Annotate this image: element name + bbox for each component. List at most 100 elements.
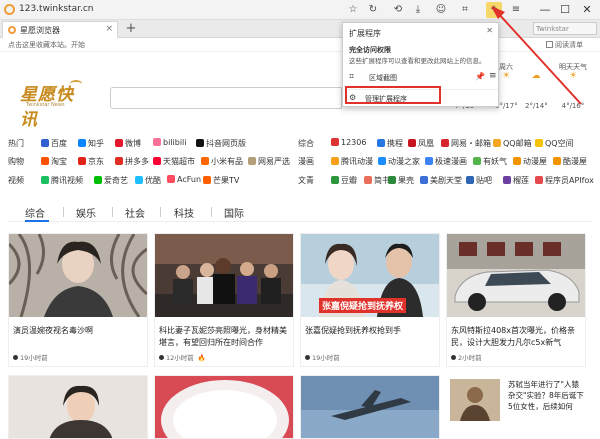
news-title[interactable]: 科比妻子瓦妮莎亮照曝光，身材精美堪言，有望回归所在时间合作 <box>159 325 291 349</box>
popup-title: 扩展程序 <box>349 29 381 38</box>
reading-list-button[interactable]: 阅读清单 <box>555 40 583 50</box>
site-link[interactable]: 知乎 <box>78 138 104 149</box>
site-link[interactable]: 携程 <box>377 138 403 149</box>
news-thumbnail <box>155 376 293 438</box>
tab-close-icon[interactable]: × <box>105 24 113 34</box>
site-logo[interactable]: 星愿快讯 Twinkstar News <box>20 80 90 130</box>
tab-yule[interactable]: 娱乐 <box>76 205 96 220</box>
source-icon <box>451 355 456 360</box>
divider <box>211 207 212 217</box>
site-link[interactable]: 芒果TV <box>203 175 239 186</box>
reload-icon[interactable]: ↻ <box>365 2 381 18</box>
site-link[interactable]: 抖音网页版 <box>196 138 246 149</box>
site-link[interactable]: 京东 <box>78 156 104 167</box>
site-link[interactable]: 优酷 <box>135 175 161 186</box>
site-link[interactable]: 凤凰 <box>408 138 434 149</box>
tab-guoji[interactable]: 国际 <box>224 205 244 220</box>
star-icon[interactable]: ☆ <box>345 2 361 18</box>
address-bar-url[interactable]: 123.twinkstar.cn <box>19 4 93 14</box>
thumbnail-caption: 张嘉倪疑抢到抚养权 <box>319 298 407 313</box>
site-link[interactable]: 网易・邮箱 <box>441 138 491 149</box>
cloud-icon: ☁ <box>531 71 541 81</box>
category-label: 文青 <box>298 176 314 185</box>
bookmark-hint[interactable]: 点击这里收藏本站。开始 <box>8 40 85 50</box>
news-card[interactable]: 东风特斯拉408x首次曝光，价格亲民，设计大胆发力凡尔c5x新气 2小时前 <box>446 233 586 367</box>
news-card[interactable]: 科比妻子瓦妮莎亮照曝光，身材精美堪言，有望回归所在时间合作 12小时前 🔥 <box>154 233 294 367</box>
site-link[interactable]: 动漫之家 <box>378 156 420 167</box>
site-link[interactable]: 极速漫画 <box>425 156 467 167</box>
news-title[interactable]: 苏轼当年进行了"人猿杂交"实验？8年后诞下5位女性，后续如何 <box>508 379 584 412</box>
browser-brand-box: Twinkstar Browser <box>533 22 597 45</box>
site-link[interactable]: 美剧天堂 <box>420 175 462 186</box>
tab-shehui[interactable]: 社会 <box>125 205 145 220</box>
site-link[interactable]: 拼多多 <box>115 156 149 167</box>
category-label: 视频 <box>8 176 24 185</box>
news-card[interactable] <box>300 375 440 439</box>
site-link[interactable]: 淘宝 <box>41 156 67 167</box>
extensions-icon[interactable]: ✦ <box>486 2 502 18</box>
search-input[interactable] <box>110 87 342 109</box>
minimize-button[interactable]: — <box>536 1 554 19</box>
site-link[interactable]: 爱奇艺 <box>94 175 128 186</box>
new-tab-button[interactable]: + <box>124 20 138 37</box>
extension-item-screenshot[interactable]: ⌗ 区域截图 📌 ≡ <box>349 71 497 84</box>
news-thumbnail: 张嘉倪疑抢到抚养权 <box>301 234 439 317</box>
divider <box>160 207 161 217</box>
news-card[interactable]: 演员温婉夜视名毒沙啊 19小时前 <box>8 233 148 367</box>
news-title[interactable]: 演员温婉夜视名毒沙啊 <box>13 325 145 337</box>
tab-active[interactable]: 星愿浏览器 × <box>2 21 118 38</box>
site-link[interactable]: 程序员APIfox <box>535 175 594 186</box>
more-icon[interactable]: ≡ <box>489 71 497 81</box>
download-icon[interactable]: ⤓ <box>410 2 426 18</box>
user-icon[interactable]: ☺ <box>433 2 449 18</box>
tab-keji[interactable]: 科技 <box>174 205 194 220</box>
news-card[interactable]: 苏轼当年进行了"人猿杂交"实验？8年后诞下5位女性，后续如何 <box>446 375 586 439</box>
news-title[interactable]: 东风特斯拉408x首次曝光，价格亲民，设计大胆发力凡尔c5x新气 <box>451 325 583 349</box>
site-link[interactable]: 微博 <box>115 138 141 149</box>
site-link[interactable]: AcFun <box>167 175 201 184</box>
site-link[interactable]: 天猫超市 <box>153 156 195 167</box>
site-link[interactable]: 有妖气 <box>473 156 507 167</box>
category-label: 漫画 <box>298 157 314 166</box>
crop-icon[interactable]: ⌗ <box>457 2 473 18</box>
site-link[interactable]: QQ邮箱 <box>493 138 532 149</box>
site-link[interactable]: 腾讯动漫 <box>331 156 373 167</box>
reading-list-icon <box>546 41 553 48</box>
extension-name: 区域截图 <box>369 74 397 82</box>
site-link[interactable]: 网易严选 <box>248 156 290 167</box>
site-link[interactable]: 动漫屋 <box>513 156 547 167</box>
news-card[interactable]: 张嘉倪疑抢到抚养权 张嘉倪疑抢到抚养权抢到手 19小时前 <box>300 233 440 367</box>
news-title[interactable]: 张嘉倪疑抢到抚养权抢到手 <box>305 325 437 337</box>
bookmark-bar: 点击这里收藏本站。开始 阅读清单 <box>0 38 600 52</box>
site-link[interactable]: 贴吧 <box>466 175 492 186</box>
menu-icon[interactable]: ≡ <box>508 2 524 18</box>
hot-icon: 🔥 <box>197 354 206 362</box>
permission-heading: 完全访问权限 <box>349 46 391 54</box>
site-link[interactable]: 腾讯视频 <box>41 175 83 186</box>
site-link[interactable]: 豆瓣 <box>331 175 357 186</box>
site-link[interactable]: 简书 <box>364 175 390 186</box>
news-thumbnail <box>301 376 439 438</box>
site-link[interactable]: 果壳 <box>388 175 414 186</box>
site-link[interactable]: 12306 <box>331 138 366 147</box>
logo-subtitle: Twinkstar News <box>26 102 65 108</box>
news-card[interactable] <box>8 375 148 439</box>
category-label: 购物 <box>8 157 24 166</box>
permission-description: 这些扩展程序可以查看和更改此网站上的信息。 <box>349 57 486 65</box>
site-link[interactable]: QQ空间 <box>535 138 574 149</box>
close-window-button[interactable]: ✕ <box>578 1 596 19</box>
news-card[interactable] <box>154 375 294 439</box>
close-icon[interactable]: ✕ <box>486 26 493 35</box>
news-meta: 12小时前 🔥 <box>159 352 206 362</box>
site-link[interactable]: 小米有品 <box>201 156 243 167</box>
history-icon[interactable]: ⟲ <box>390 2 406 18</box>
tab-zonghe[interactable]: 综合 <box>25 205 45 220</box>
source-icon <box>159 355 164 360</box>
crop-icon: ⌗ <box>349 72 355 82</box>
site-link[interactable]: 百度 <box>41 138 67 149</box>
site-link[interactable]: 榴莲 <box>503 175 529 186</box>
maximize-button[interactable]: ☐ <box>556 1 574 19</box>
site-link[interactable]: bilibili <box>153 138 187 147</box>
site-link[interactable]: 酷漫屋 <box>553 156 587 167</box>
pin-icon[interactable]: 📌 <box>475 72 485 81</box>
